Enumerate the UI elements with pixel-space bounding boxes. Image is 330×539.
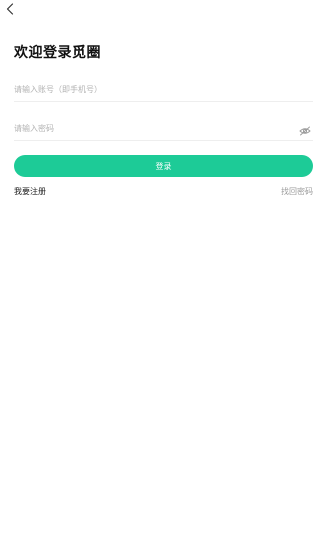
password-field: [14, 116, 313, 141]
account-input[interactable]: [14, 78, 284, 101]
password-visibility-toggle[interactable]: [299, 121, 311, 136]
page-title: 欢迎登录觅圈: [14, 45, 101, 61]
login-button[interactable]: 登录: [14, 155, 313, 177]
forgot-password-link[interactable]: 找回密码: [281, 186, 313, 197]
account-field: [14, 77, 313, 102]
password-input[interactable]: [14, 117, 284, 140]
eye-slash-icon: [299, 126, 311, 136]
back-button[interactable]: [2, 0, 18, 18]
chevron-left-icon: [6, 3, 14, 15]
register-link[interactable]: 我要注册: [14, 186, 46, 197]
